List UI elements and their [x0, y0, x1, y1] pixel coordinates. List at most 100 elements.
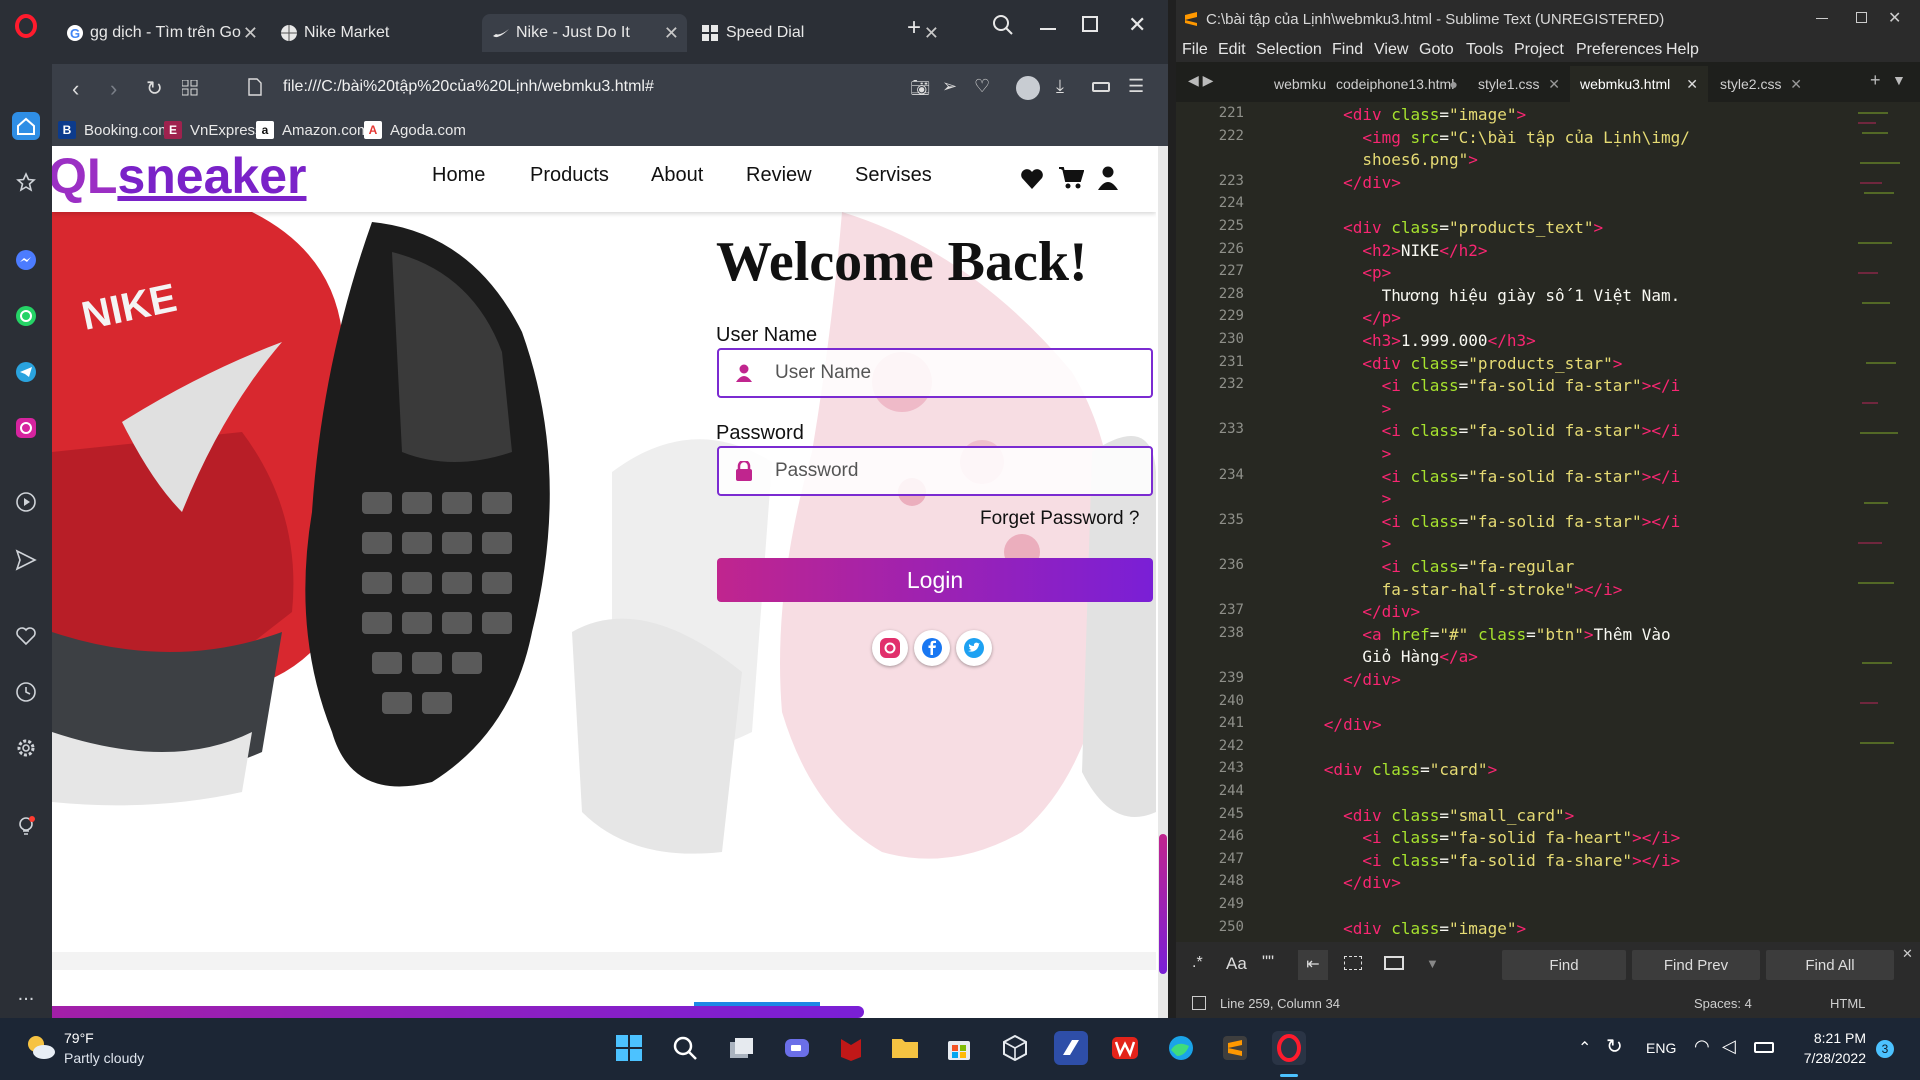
notification-badge[interactable]: 3 — [1876, 1040, 1894, 1058]
more-icon[interactable]: ... — [12, 980, 40, 1008]
nav-review[interactable]: Review — [746, 164, 812, 187]
instagram-icon[interactable] — [872, 630, 908, 666]
find-prev-button[interactable]: Find Prev — [1632, 950, 1760, 980]
search-icon[interactable] — [668, 1031, 702, 1065]
visual-studio-code-icon[interactable] — [1054, 1031, 1088, 1065]
forget-password-link[interactable]: Forget Password ? — [980, 508, 1139, 530]
indentation-status[interactable]: Spaces: 4 — [1694, 996, 1752, 1011]
forward-icon[interactable]: › — [110, 76, 117, 102]
cart-icon[interactable] — [1058, 166, 1084, 190]
easy-setup-icon[interactable]: ☰ — [1128, 76, 1144, 97]
tabs-grid-icon[interactable] — [181, 79, 198, 101]
unity-icon[interactable] — [998, 1031, 1032, 1065]
minimap[interactable] — [1854, 102, 1904, 942]
find-history-icon[interactable]: ▼ — [1426, 956, 1439, 971]
address-field[interactable]: file:///C:/bài%20tập%20của%20Lịnh/webmku… — [283, 78, 654, 96]
bookmark-heart-icon[interactable]: ♡ — [974, 76, 990, 97]
task-view-icon[interactable] — [724, 1031, 758, 1065]
reload-icon[interactable]: ↻ — [146, 76, 163, 101]
regex-toggle[interactable]: .* — [1192, 954, 1203, 972]
sublime-text-icon[interactable] — [1218, 1031, 1252, 1065]
username-input[interactable]: User Name — [717, 348, 1153, 398]
user-icon[interactable] — [1098, 166, 1118, 190]
menu-view[interactable]: View — [1374, 41, 1408, 59]
maximize-icon[interactable] — [1082, 16, 1098, 32]
case-toggle[interactable]: Aa — [1226, 954, 1247, 974]
find-button[interactable]: Find — [1502, 950, 1626, 980]
player-icon[interactable] — [12, 488, 40, 516]
tab-style1[interactable]: style1.css ✕ — [1468, 66, 1568, 102]
heart-icon[interactable] — [12, 622, 40, 650]
opera-logo-icon[interactable] — [12, 12, 40, 40]
menu-tools[interactable]: Tools — [1466, 41, 1503, 59]
tab-webmku3[interactable]: webmku3.html ✕ — [1570, 66, 1708, 102]
close-tab-icon[interactable]: ✕ — [664, 23, 679, 44]
volume-icon[interactable]: ◁ — [1722, 1036, 1736, 1057]
weather-temperature[interactable]: 79°F — [64, 1030, 94, 1046]
bookmark-agoda[interactable]: A Agoda.com — [364, 120, 466, 140]
menu-edit[interactable]: Edit — [1218, 41, 1246, 59]
close-tab-icon[interactable]: ✕ — [243, 23, 258, 44]
opera-icon[interactable] — [1272, 1031, 1306, 1065]
new-tab-icon[interactable]: + — [1870, 70, 1881, 91]
nav-products[interactable]: Products — [530, 164, 609, 187]
snapshot-icon[interactable]: 📷︎ — [910, 78, 930, 98]
battery-icon[interactable] — [1754, 1042, 1774, 1053]
messenger-icon[interactable] — [12, 246, 40, 274]
edge-icon[interactable] — [1164, 1031, 1198, 1065]
search-tabs-icon[interactable] — [992, 14, 1014, 41]
tab-codeiphone13[interactable]: codeiphone13.html ● — [1326, 66, 1466, 102]
close-tab-icon[interactable]: ✕ — [924, 23, 939, 44]
new-tab-button[interactable]: + — [907, 14, 921, 42]
site-logo[interactable]: QLsneaker — [52, 146, 306, 206]
bookmark-amazon[interactable]: a Amazon.com — [256, 120, 370, 140]
maximize-icon[interactable] — [1856, 12, 1867, 23]
menu-preferences[interactable]: Preferences — [1576, 41, 1662, 59]
tab-nike-just-do-it[interactable]: Nike - Just Do It ✕ — [482, 14, 687, 52]
close-window-icon[interactable]: ✕ — [1128, 12, 1146, 38]
settings-icon[interactable] — [12, 734, 40, 762]
tab-google-translate[interactable]: G gg dịch - Tìm trên Go ✕ — [56, 14, 266, 52]
tab-style2[interactable]: style2.css ✕ — [1710, 66, 1810, 102]
minimize-icon[interactable] — [1040, 28, 1056, 30]
wifi-icon[interactable]: ◠ — [1694, 1036, 1710, 1057]
weather-description[interactable]: Partly cloudy — [64, 1050, 144, 1066]
facebook-icon[interactable] — [914, 630, 950, 666]
battery-saver-icon[interactable] — [1092, 82, 1110, 92]
bookmark-vnexpress[interactable]: E VnExpress — [164, 120, 263, 140]
heart-icon[interactable] — [1020, 168, 1044, 190]
microsoft-store-icon[interactable] — [942, 1031, 976, 1065]
syntax-status[interactable]: HTML — [1830, 996, 1865, 1011]
login-button[interactable]: Login — [717, 558, 1153, 602]
close-find-icon[interactable]: ✕ — [1902, 946, 1913, 962]
download-icon[interactable]: ⤓ — [1056, 76, 1064, 97]
close-tab-icon[interactable]: ✕ — [1548, 76, 1560, 93]
password-input[interactable]: Password — [717, 446, 1153, 496]
page-scrollbar-track[interactable] — [1158, 146, 1168, 1018]
send-icon[interactable] — [12, 546, 40, 574]
clock-date[interactable]: 7/28/2022 — [1794, 1050, 1866, 1066]
find-all-button[interactable]: Find All — [1766, 950, 1894, 980]
minimize-icon[interactable] — [1816, 18, 1828, 19]
clock-time[interactable]: 8:21 PM — [1794, 1030, 1866, 1046]
lightbulb-icon[interactable] — [12, 812, 40, 840]
nav-home[interactable]: Home — [432, 164, 485, 187]
show-hidden-icons-icon[interactable]: ⌃ — [1578, 1038, 1591, 1058]
whole-word-toggle[interactable]: "" — [1262, 952, 1274, 972]
menu-goto[interactable]: Goto — [1419, 41, 1454, 59]
send-icon[interactable]: ➢ — [942, 76, 957, 97]
windows-start-icon[interactable] — [612, 1031, 646, 1065]
tab-dropdown-icon[interactable]: ▼ — [1892, 72, 1906, 88]
menu-file[interactable]: File — [1182, 41, 1208, 59]
mcafee-icon[interactable] — [834, 1031, 868, 1065]
instagram-icon[interactable] — [12, 414, 40, 442]
wrap-toggle-icon[interactable]: ⇤ — [1298, 950, 1328, 980]
page-scrollbar-thumb[interactable] — [1159, 834, 1167, 974]
teams-chat-icon[interactable] — [780, 1031, 814, 1065]
close-window-icon[interactable]: ✕ — [1888, 8, 1901, 28]
close-tab-icon[interactable]: ✕ — [1686, 76, 1698, 93]
nav-services[interactable]: Servises — [855, 164, 932, 187]
back-icon[interactable]: ‹ — [72, 76, 79, 102]
sync-icon[interactable]: ↻ — [1606, 1034, 1623, 1059]
profile-avatar[interactable] — [1016, 76, 1040, 100]
